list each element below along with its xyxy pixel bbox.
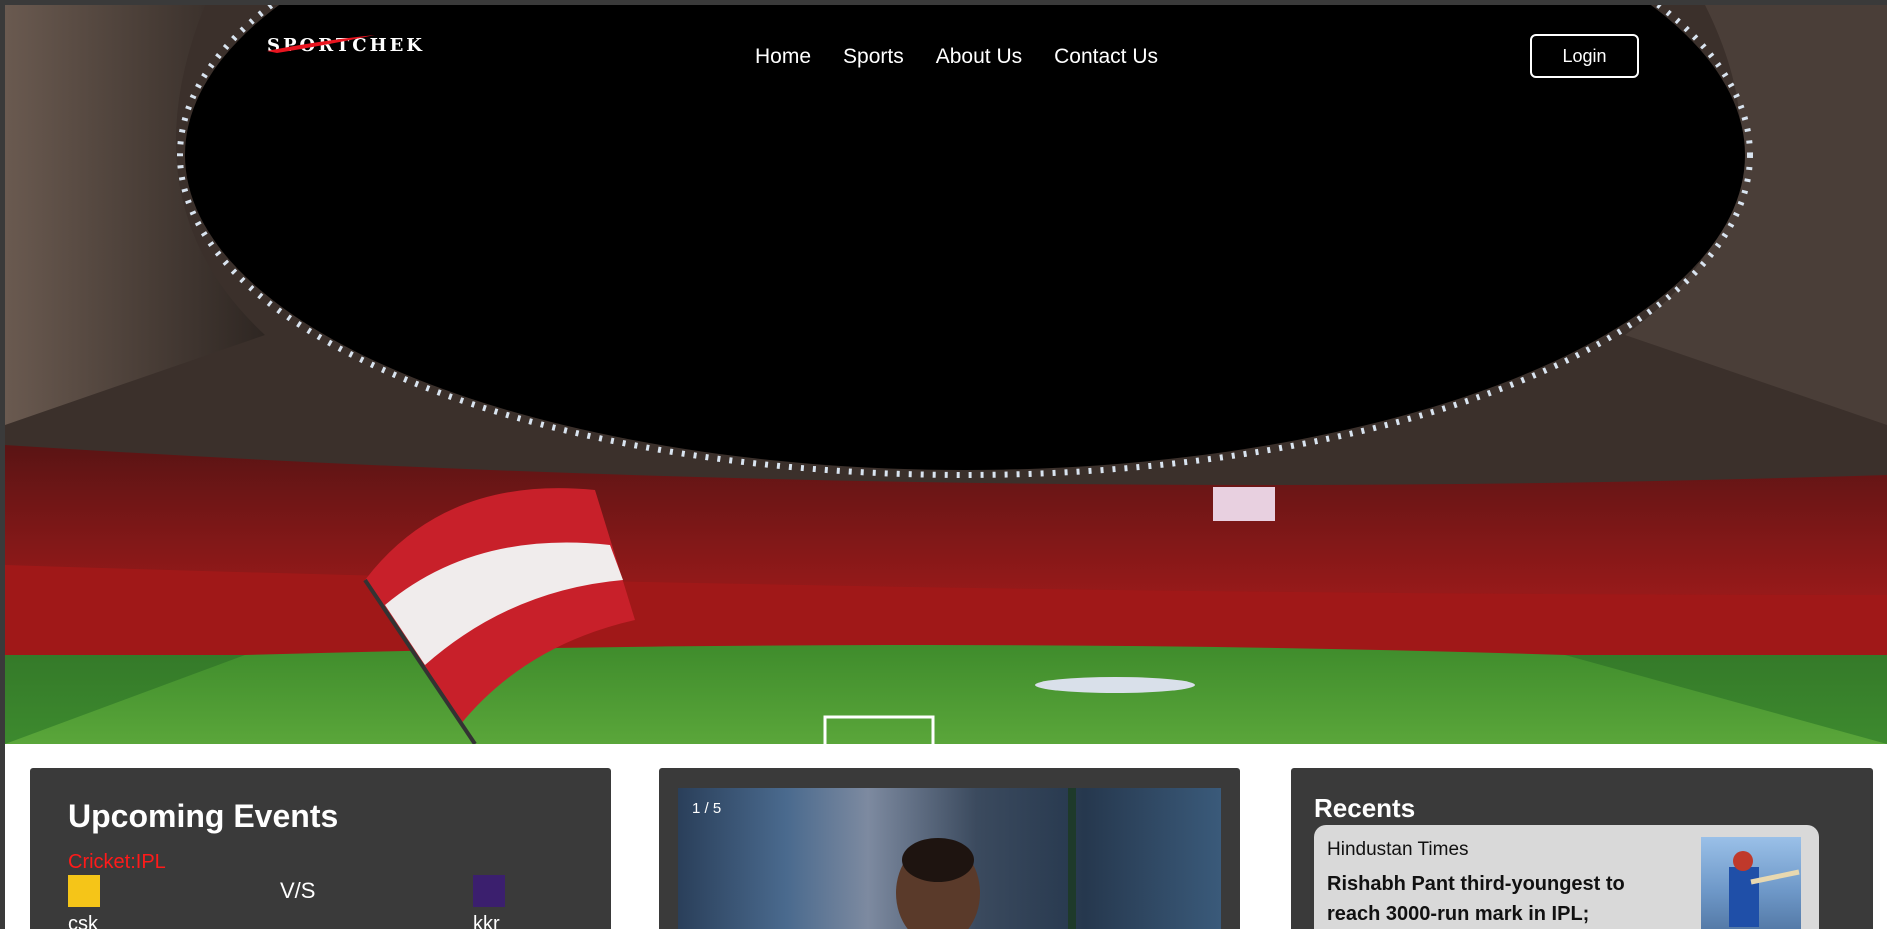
carousel-slide-image[interactable]: 1 / 5 bbox=[678, 788, 1221, 929]
player-photo bbox=[896, 788, 1076, 929]
recents-title: Recents bbox=[1314, 793, 1416, 823]
cricketer-photo bbox=[1729, 851, 1800, 927]
carousel-counter: 1 / 5 bbox=[692, 800, 722, 817]
event-category: Cricket:IPL bbox=[68, 851, 166, 873]
stadium-image bbox=[5, 5, 1887, 744]
news-source: Hindustan Times bbox=[1327, 839, 1469, 860]
upcoming-events-panel: Upcoming Events Cricket:IPL V/S csk kkr bbox=[30, 768, 611, 929]
login-button[interactable]: Login bbox=[1530, 34, 1639, 78]
versus-label: V/S bbox=[280, 878, 316, 903]
hero-banner: SPORTCHEK Home Sports About Us Contact U… bbox=[5, 5, 1887, 744]
page: SPORTCHEK Home Sports About Us Contact U… bbox=[5, 5, 1887, 929]
recents-panel: Recents Hindustan Times Rishabh Pant thi… bbox=[1291, 768, 1873, 929]
upcoming-events-title: Upcoming Events bbox=[68, 798, 339, 834]
team-a-name: csk bbox=[68, 913, 98, 929]
nav-home[interactable]: Home bbox=[755, 45, 811, 69]
news-thumbnail[interactable] bbox=[1701, 837, 1801, 929]
logo-swoosh-icon bbox=[267, 35, 375, 53]
news-headline[interactable]: Rishabh Pant third-youngest to reach 300… bbox=[1327, 869, 1657, 929]
nav-contact-us[interactable]: Contact Us bbox=[1054, 45, 1158, 69]
kkr-team-logo-icon bbox=[473, 875, 505, 907]
nav-sports[interactable]: Sports bbox=[843, 45, 904, 69]
nav-about-us[interactable]: About Us bbox=[936, 45, 1022, 69]
news-card[interactable]: Hindustan Times Rishabh Pant third-young… bbox=[1314, 825, 1819, 929]
main-nav: Home Sports About Us Contact Us bbox=[755, 45, 1158, 69]
news-carousel: 1 / 5 bbox=[659, 768, 1240, 929]
browser-frame: SPORTCHEK Home Sports About Us Contact U… bbox=[0, 0, 1887, 929]
sportchek-logo[interactable]: SPORTCHEK bbox=[267, 35, 422, 79]
csk-team-logo-icon bbox=[68, 875, 100, 907]
team-b-name: kkr bbox=[473, 913, 500, 929]
